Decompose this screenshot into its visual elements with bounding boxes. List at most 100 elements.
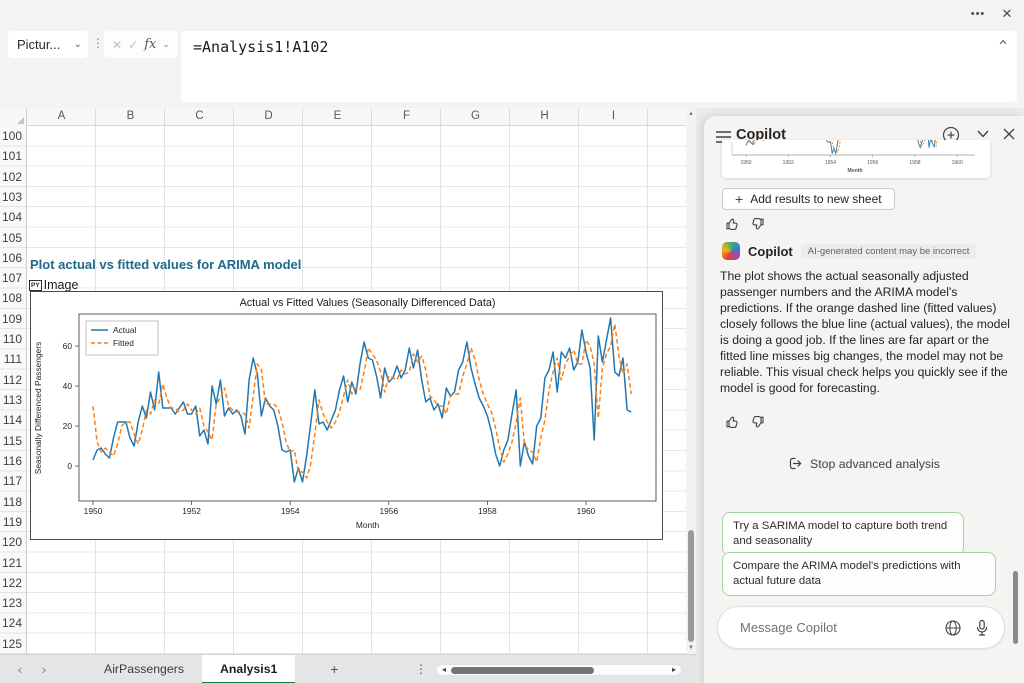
- horizontal-scrollbar-thumb[interactable]: [451, 667, 594, 674]
- close-window-icon[interactable]: ✕: [997, 5, 1017, 23]
- name-box-value: Pictur...: [17, 37, 60, 52]
- suggestion-chip[interactable]: Compare the ARIMA model's predictions wi…: [722, 552, 996, 596]
- column-header[interactable]: A: [27, 108, 96, 126]
- add-results-button[interactable]: + Add results to new sheet: [722, 188, 895, 210]
- row-header[interactable]: 110: [0, 329, 26, 349]
- row-header[interactable]: 114: [0, 410, 26, 430]
- svg-text:1950: 1950: [84, 506, 103, 516]
- scroll-up-icon[interactable]: ▲: [686, 111, 696, 117]
- row-header[interactable]: 120: [0, 532, 26, 552]
- thumbs-up-icon[interactable]: [724, 414, 740, 430]
- row-header[interactable]: 101: [0, 146, 26, 166]
- row-header[interactable]: 115: [0, 431, 26, 451]
- next-sheet-icon[interactable]: ›: [32, 661, 56, 677]
- row-header[interactable]: 107: [0, 268, 26, 288]
- row-header[interactable]: 106: [0, 248, 26, 268]
- scroll-down-icon[interactable]: ▼: [686, 645, 696, 651]
- column-header[interactable]: C: [165, 108, 234, 126]
- sheet-tabs: AirPassengersAnalysis1: [86, 655, 295, 683]
- scroll-right-icon[interactable]: ▸: [672, 665, 676, 675]
- row-header[interactable]: 104: [0, 207, 26, 227]
- sheet-tab-airpassengers[interactable]: AirPassengers: [86, 655, 202, 683]
- suggestion-chip[interactable]: Try a SARIMA model to capture both trend…: [722, 512, 964, 556]
- collapse-panel-chevron-icon[interactable]: [976, 129, 990, 139]
- row-header[interactable]: 116: [0, 451, 26, 471]
- vertical-scrollbar[interactable]: ▲ ▼: [686, 108, 696, 654]
- svg-text:Fitted: Fitted: [113, 338, 134, 348]
- column-header[interactable]: I: [579, 108, 648, 126]
- row-header[interactable]: 105: [0, 228, 26, 248]
- name-box[interactable]: Pictur... ⌄: [8, 31, 88, 58]
- column-header[interactable]: E: [303, 108, 372, 126]
- chevron-down-icon[interactable]: ⌄: [74, 39, 82, 50]
- svg-text:Month: Month: [356, 520, 380, 530]
- row-header[interactable]: 103: [0, 187, 26, 207]
- copilot-apps-globe-icon[interactable]: [944, 619, 962, 637]
- row-header[interactable]: 117: [0, 471, 26, 491]
- more-window-options-icon[interactable]: •••: [966, 5, 990, 23]
- thumbs-down-icon[interactable]: [750, 216, 766, 232]
- svg-text:1952: 1952: [182, 506, 201, 516]
- horizontal-scrollbar[interactable]: ◂ ▸: [436, 664, 682, 676]
- column-header[interactable]: H: [510, 108, 579, 126]
- row-header[interactable]: 113: [0, 390, 26, 410]
- commit-entry-icon[interactable]: ✓: [128, 38, 138, 52]
- column-header[interactable]: D: [234, 108, 303, 126]
- copilot-message-input[interactable]: Message Copilot: [717, 606, 1005, 649]
- column-header[interactable]: G: [441, 108, 510, 126]
- formula-bar-options-icon[interactable]: ⋮: [92, 36, 104, 50]
- select-all-corner[interactable]: [0, 108, 27, 126]
- stop-advanced-analysis-label: Stop advanced analysis: [810, 457, 940, 471]
- row-header[interactable]: 109: [0, 309, 26, 329]
- row-header[interactable]: 123: [0, 593, 26, 613]
- row-header[interactable]: 122: [0, 573, 26, 593]
- row-header[interactable]: 102: [0, 167, 26, 187]
- sheet-tab-analysis1[interactable]: Analysis1: [202, 655, 295, 683]
- svg-text:1952: 1952: [783, 160, 794, 166]
- result-chart-thumbnail[interactable]: 195019521954195619581960Month: [722, 140, 990, 178]
- copilot-attribution: Copilot AI-generated content may be inco…: [722, 242, 976, 260]
- thumbs-down-icon[interactable]: [750, 414, 766, 430]
- insert-function-icon[interactable]: fx: [144, 37, 156, 52]
- exit-arrow-icon: [788, 456, 803, 471]
- formula-input[interactable]: =Analysis1!A102 ^: [181, 31, 1017, 102]
- stop-advanced-analysis-button[interactable]: Stop advanced analysis: [788, 456, 940, 471]
- row-header[interactable]: 112: [0, 370, 26, 390]
- cell-a101-text[interactable]: Plot actual vs fitted values for ARIMA m…: [30, 255, 301, 275]
- close-panel-icon[interactable]: [1002, 127, 1016, 141]
- thumbs-up-icon[interactable]: [724, 216, 740, 232]
- row-header[interactable]: 108: [0, 288, 26, 308]
- svg-text:Actual: Actual: [113, 325, 136, 335]
- excel-window: ••• ✕ Pictur... ⌄ ⋮ ✕ ✓ fx ⌄ =Analysis1!…: [0, 0, 1024, 683]
- cancel-entry-icon[interactable]: ✕: [112, 38, 122, 52]
- microphone-icon[interactable]: [974, 619, 990, 637]
- row-header[interactable]: 124: [0, 613, 26, 633]
- vertical-scrollbar-thumb[interactable]: [688, 530, 694, 642]
- formula-text: =Analysis1!A102: [193, 38, 328, 56]
- title-bar: ••• ✕: [0, 0, 1024, 28]
- stop-analysis-row: Stop advanced analysis: [704, 456, 1024, 471]
- row-header[interactable]: 125: [0, 634, 26, 654]
- row-header[interactable]: 118: [0, 492, 26, 512]
- formula-bar-region: Pictur... ⌄ ⋮ ✕ ✓ fx ⌄ =Analysis1!A102 ^: [0, 28, 1024, 108]
- panel-scrollbar-thumb[interactable]: [1013, 571, 1018, 644]
- row-header[interactable]: 111: [0, 349, 26, 369]
- sheet-options-icon[interactable]: ⋮: [415, 662, 427, 676]
- svg-text:40: 40: [63, 381, 73, 391]
- collapse-formula-bar-icon[interactable]: ^: [999, 39, 1007, 54]
- row-header[interactable]: 119: [0, 512, 26, 532]
- arima-chart-image[interactable]: Actual vs Fitted Values (Seasonally Diff…: [30, 291, 663, 540]
- svg-text:1960: 1960: [577, 506, 596, 516]
- scroll-left-icon[interactable]: ◂: [442, 665, 446, 675]
- spreadsheet: ABCDEFGHI 100101102103104105106107108109…: [0, 108, 696, 654]
- prev-sheet-icon[interactable]: ‹: [8, 661, 32, 677]
- column-header[interactable]: B: [96, 108, 165, 126]
- feedback-row: [724, 216, 766, 232]
- svg-text:1950: 1950: [740, 160, 751, 166]
- row-header[interactable]: 100: [0, 126, 26, 146]
- chevron-down-icon[interactable]: ⌄: [162, 39, 170, 50]
- row-header[interactable]: 121: [0, 553, 26, 573]
- add-sheet-icon[interactable]: +: [323, 661, 345, 677]
- column-header[interactable]: F: [372, 108, 441, 126]
- row-headers: 1001011021031041051061071081091101111121…: [0, 126, 27, 654]
